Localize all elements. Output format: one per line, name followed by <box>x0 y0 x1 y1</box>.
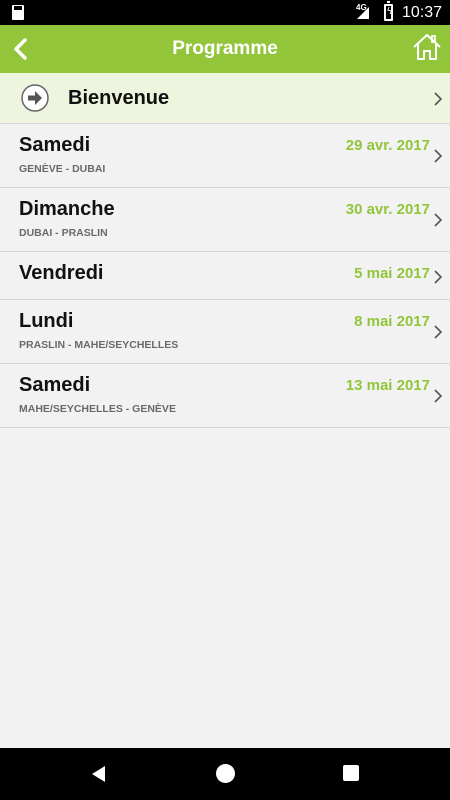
item-route: DUBAI - PRASLIN <box>19 227 108 239</box>
status-bar: 4G ϟ 10:37 <box>0 0 450 25</box>
item-date: 8 mai 2017 <box>354 313 430 330</box>
welcome-label: Bienvenue <box>68 87 170 109</box>
item-day: Samedi <box>19 374 91 396</box>
chevron-right-icon <box>434 270 443 284</box>
list-item[interactable]: Samedi GENÈVE - DUBAI 29 avr. 2017 <box>0 124 450 188</box>
system-nav-bar <box>0 748 450 800</box>
list-item[interactable]: Dimanche DUBAI - PRASLIN 30 avr. 2017 <box>0 188 450 252</box>
signal-icon <box>357 7 369 19</box>
item-day: Lundi <box>19 310 74 332</box>
item-day: Samedi <box>19 134 91 156</box>
nav-home-icon[interactable] <box>216 764 235 783</box>
item-date: 29 avr. 2017 <box>345 137 430 154</box>
programme-list: Samedi GENÈVE - DUBAI 29 avr. 2017 Diman… <box>0 124 450 428</box>
item-day: Vendredi <box>19 262 104 284</box>
welcome-item[interactable]: Bienvenue <box>0 73 450 124</box>
item-date: 5 mai 2017 <box>354 265 430 282</box>
chevron-right-icon <box>434 213 443 227</box>
chevron-right-icon <box>434 92 443 106</box>
sd-card-icon <box>12 5 24 20</box>
battery-charging-icon: ϟ <box>384 1 393 21</box>
item-route: MAHE/SEYCHELLES - GENÈVE <box>19 403 176 415</box>
chevron-right-icon <box>434 149 443 163</box>
item-route: GENÈVE - DUBAI <box>19 163 106 175</box>
circle-arrow-right-icon <box>21 84 49 112</box>
list-item[interactable]: Vendredi 5 mai 2017 <box>0 252 450 300</box>
app-bar: Programme <box>0 25 450 73</box>
nav-recents-icon[interactable] <box>343 765 359 781</box>
page-title: Programme <box>172 38 278 59</box>
item-date: 13 mai 2017 <box>345 377 430 394</box>
item-day: Dimanche <box>19 198 115 220</box>
list-item[interactable]: Lundi PRASLIN - MAHE/SEYCHELLES 8 mai 20… <box>0 300 450 364</box>
list-item[interactable]: Samedi MAHE/SEYCHELLES - GENÈVE 13 mai 2… <box>0 364 450 428</box>
chevron-right-icon <box>434 389 443 403</box>
nav-back-icon[interactable] <box>90 765 108 783</box>
clock: 10:37 <box>402 4 443 21</box>
item-date: 30 avr. 2017 <box>345 201 430 218</box>
chevron-right-icon <box>434 325 443 339</box>
item-route: PRASLIN - MAHE/SEYCHELLES <box>19 339 179 351</box>
home-icon[interactable] <box>412 32 442 62</box>
